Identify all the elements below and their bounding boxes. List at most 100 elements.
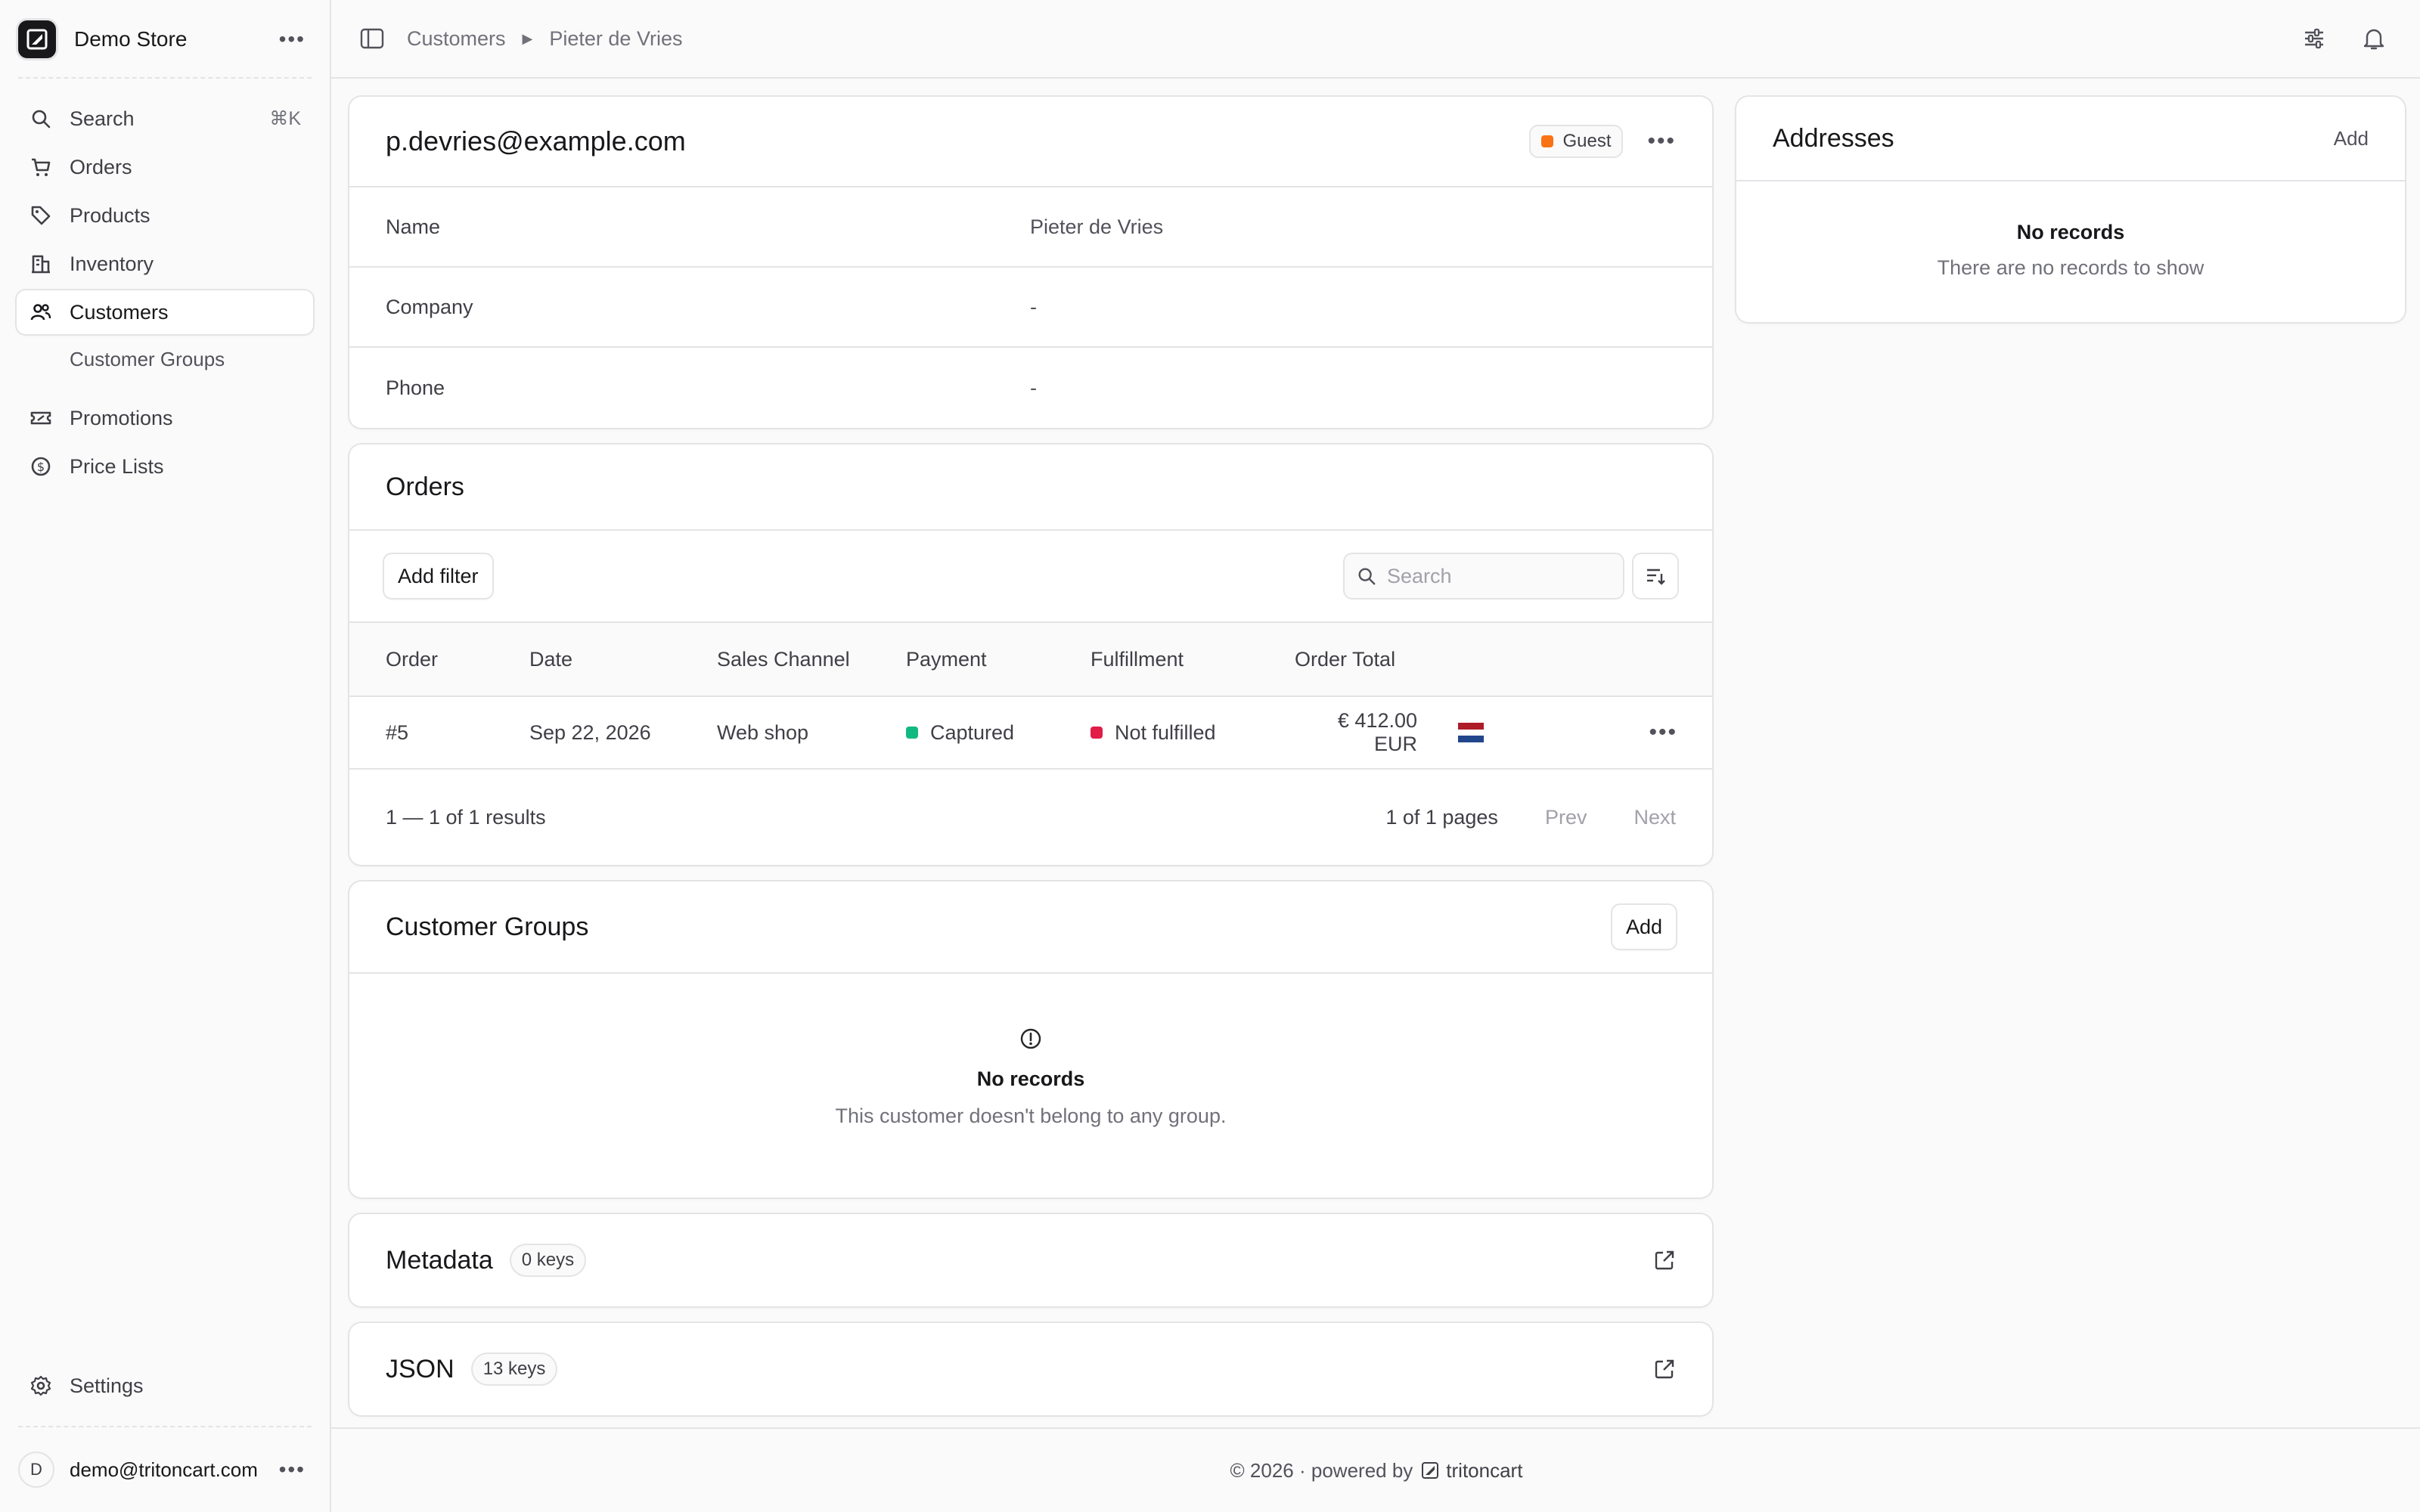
sidebar-item-customer-groups[interactable]: Customer Groups — [17, 339, 313, 380]
json-card: JSON 13 keys — [349, 1323, 1712, 1415]
results-count: 1 — 1 of 1 results — [386, 805, 546, 829]
page-count: 1 of 1 pages — [1385, 805, 1498, 829]
orders-title: Orders — [386, 472, 464, 501]
empty-subtitle: There are no records to show — [1937, 256, 2204, 279]
metadata-title: Metadata — [386, 1245, 493, 1275]
field-value: - — [1030, 376, 1037, 399]
row-extra: ••• — [1419, 696, 1712, 769]
order-id: #5 — [386, 720, 409, 744]
more-actions-icon[interactable]: ••• — [1647, 129, 1676, 154]
ticket-icon — [29, 406, 53, 430]
sidebar-item-label: Orders — [70, 155, 132, 178]
search-placeholder: Search — [1387, 564, 1452, 587]
customer-groups-card: Customer Groups Add No records This cust… — [349, 881, 1712, 1198]
sidebar-item-label: Customer Groups — [70, 347, 225, 370]
empty-state: No records This customer doesn't belong … — [349, 974, 1712, 1198]
sliders-icon[interactable] — [2302, 26, 2326, 51]
sidebar-bottom: Settings D demo@tritoncart.com ••• — [0, 1364, 330, 1512]
sort-icon — [1645, 565, 1666, 587]
sidebar-item-label: Inventory — [70, 252, 154, 275]
user-menu[interactable]: D demo@tritoncart.com ••• — [0, 1427, 330, 1512]
customer-info-card: p.devries@example.com Guest ••• Name Pie… — [349, 97, 1712, 428]
empty-title: No records — [976, 1067, 1085, 1090]
add-filter-button[interactable]: Add filter — [384, 554, 492, 598]
fulfillment-label: Not fulfilled — [1115, 720, 1216, 744]
footer-brand[interactable]: tritoncart — [1422, 1459, 1522, 1483]
gear-icon — [29, 1374, 53, 1398]
building-icon — [29, 252, 53, 276]
orders-card: Orders Add filter Search Order Date Sale… — [349, 445, 1712, 865]
sidebar-item-price-lists[interactable]: $ Price Lists — [17, 445, 313, 488]
customer-groups-title: Customer Groups — [386, 912, 589, 941]
store-switcher[interactable]: Demo Store ••• — [0, 0, 330, 79]
order-total: € 412.00 EUR — [1337, 709, 1417, 755]
sidebar-toggle-icon[interactable] — [360, 28, 384, 49]
orders-table: Order Date Sales Channel Payment Fulfill… — [349, 621, 1712, 770]
breadcrumb: Customers ▶ Pieter de Vries — [407, 27, 682, 51]
sidebar: Demo Store ••• Search ⌘K Orders Products… — [0, 0, 331, 1512]
breadcrumb-item-customers[interactable]: Customers — [407, 27, 506, 51]
column-header[interactable]: Sales Channel — [717, 622, 906, 696]
empty-title: No records — [2016, 221, 2125, 243]
add-group-button[interactable]: Add — [1612, 905, 1676, 949]
add-address-button[interactable]: Add — [2334, 127, 2369, 150]
sidebar-item-search[interactable]: Search ⌘K — [17, 97, 313, 141]
status-badge-label: Guest — [1562, 131, 1612, 151]
sidebar-item-promotions[interactable]: Promotions — [17, 396, 313, 440]
column-header[interactable]: Order — [349, 622, 529, 696]
store-name: Demo Store — [74, 27, 188, 51]
right-column: Addresses Add No records There are no re… — [1736, 97, 2405, 1432]
customer-email: p.devries@example.com — [386, 125, 686, 156]
field-label: Phone — [386, 376, 445, 399]
column-header-actions — [1419, 622, 1712, 696]
row-actions-icon[interactable]: ••• — [1649, 720, 1677, 745]
main-area: Customers ▶ Pieter de Vries p.devries@ex… — [331, 0, 2420, 1512]
field-label: Company — [386, 295, 473, 318]
table-row[interactable]: #5 Sep 22, 2026 Web shop Captured Not fu… — [349, 696, 1712, 769]
info-icon — [349, 1027, 1712, 1051]
column-header[interactable]: Payment — [906, 622, 1091, 696]
json-title: JSON — [386, 1354, 455, 1383]
next-button[interactable]: Next — [1634, 806, 1676, 829]
sort-button[interactable] — [1634, 554, 1677, 598]
external-link-icon[interactable] — [1653, 1358, 1676, 1380]
prev-button[interactable]: Prev — [1545, 806, 1587, 829]
column-header[interactable]: Order Total — [1295, 622, 1419, 696]
tag-icon — [29, 203, 53, 228]
sidebar-item-inventory[interactable]: Inventory — [17, 242, 313, 286]
sidebar-item-label: Customers — [70, 300, 169, 324]
bell-icon[interactable] — [2363, 26, 2385, 51]
user-menu-icon[interactable]: ••• — [279, 1458, 306, 1482]
table-header-row: Order Date Sales Channel Payment Fulfill… — [349, 622, 1712, 696]
sidebar-item-orders[interactable]: Orders — [17, 145, 313, 189]
fulfillment-status: Not fulfilled — [1091, 696, 1295, 769]
field-row-phone: Phone - — [349, 348, 1712, 428]
sidebar-item-settings[interactable]: Settings — [17, 1364, 313, 1408]
netherlands-flag-icon — [1458, 723, 1484, 742]
sidebar-item-label: Search — [70, 107, 135, 130]
column-header[interactable]: Date — [529, 622, 717, 696]
sidebar-item-label: Price Lists — [70, 454, 164, 478]
field-value: Pieter de Vries — [1030, 215, 1164, 238]
metadata-card: Metadata 0 keys — [349, 1214, 1712, 1306]
store-logo — [18, 20, 56, 58]
brand-name: tritoncart — [1446, 1458, 1523, 1482]
store-menu-icon[interactable]: ••• — [279, 27, 306, 51]
sidebar-item-label: Promotions — [70, 406, 173, 429]
sidebar-item-customers[interactable]: Customers — [17, 290, 313, 334]
column-header[interactable]: Fulfillment — [1091, 622, 1295, 696]
search-input[interactable]: Search — [1345, 554, 1623, 598]
field-row-company: Company - — [349, 268, 1712, 348]
external-link-icon[interactable] — [1653, 1249, 1676, 1272]
currency-icon: $ — [29, 454, 53, 479]
search-icon — [1357, 566, 1376, 586]
sidebar-item-products[interactable]: Products — [17, 194, 313, 237]
addresses-card: Addresses Add No records There are no re… — [1736, 97, 2405, 322]
metadata-keys-badge: 0 keys — [510, 1245, 585, 1275]
sidebar-item-label: Settings — [70, 1374, 144, 1397]
avatar: D — [18, 1452, 54, 1488]
footer-text: © 2026 · powered by — [1230, 1458, 1413, 1482]
sidebar-item-label: Products — [70, 203, 150, 227]
guest-dot — [1541, 135, 1554, 147]
footer: © 2026 · powered by tritoncart — [331, 1427, 2420, 1512]
